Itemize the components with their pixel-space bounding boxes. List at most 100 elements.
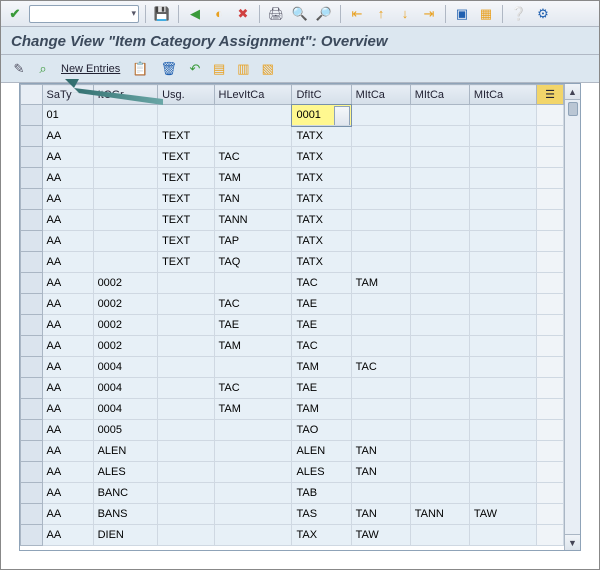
cell-itcgr[interactable]: BANS — [93, 504, 158, 525]
cell-itcgr[interactable] — [93, 168, 158, 189]
undo-icon[interactable]: ↶ — [185, 59, 205, 79]
cell-saty[interactable]: AA — [42, 525, 93, 546]
cell-m3[interactable] — [469, 357, 536, 378]
row-selector[interactable] — [21, 105, 43, 126]
cell-hlev[interactable]: TAM — [214, 399, 292, 420]
cell-hlev[interactable] — [214, 126, 292, 147]
help-icon[interactable]: ❔ — [509, 4, 529, 24]
cell-dfitc[interactable]: TAE — [292, 378, 351, 399]
row-selector[interactable] — [21, 231, 43, 252]
ok-icon[interactable]: ✔ — [5, 4, 25, 24]
cell-saty[interactable]: AA — [42, 168, 93, 189]
cell-usg[interactable] — [158, 483, 214, 504]
cell-itcgr[interactable]: 0002 — [93, 294, 158, 315]
cell-m3[interactable] — [469, 273, 536, 294]
cell-itcgr[interactable] — [93, 252, 158, 273]
cell-usg[interactable] — [158, 420, 214, 441]
cell-hlev[interactable]: TAM — [214, 336, 292, 357]
cell-hlev[interactable] — [214, 420, 292, 441]
cell-saty[interactable]: AA — [42, 252, 93, 273]
cell-m3[interactable] — [469, 336, 536, 357]
cell-saty[interactable]: AA — [42, 378, 93, 399]
column-header[interactable]: Usg. — [158, 85, 214, 105]
cell-saty[interactable]: AA — [42, 189, 93, 210]
cell-dfitc[interactable]: TAE — [292, 315, 351, 336]
cell-saty[interactable]: 01 — [42, 105, 93, 126]
cell-dfitc[interactable]: TATX — [292, 147, 351, 168]
cell-dfitc[interactable]: TATX — [292, 189, 351, 210]
settings-icon[interactable]: ⚙ — [533, 4, 553, 24]
cell-hlev[interactable]: TAC — [214, 378, 292, 399]
command-field[interactable]: ▾ — [29, 5, 139, 23]
cell-dfitc[interactable]: TAO — [292, 420, 351, 441]
scroll-down-arrow-icon[interactable]: ▼ — [565, 534, 580, 550]
cell-m1[interactable] — [351, 105, 410, 126]
cell-m2[interactable] — [410, 231, 469, 252]
row-selector[interactable] — [21, 357, 43, 378]
cell-hlev[interactable] — [214, 462, 292, 483]
cell-m1[interactable] — [351, 210, 410, 231]
config-column-icon[interactable]: ☰ — [537, 85, 564, 105]
cell-m1[interactable] — [351, 336, 410, 357]
cell-dfitc[interactable]: TATX — [292, 126, 351, 147]
cell-dfitc[interactable]: TATX — [292, 231, 351, 252]
cell-itcgr[interactable]: 0002 — [93, 336, 158, 357]
cell-m2[interactable] — [410, 525, 469, 546]
cell-usg[interactable]: TEXT — [158, 189, 214, 210]
cell-itcgr[interactable]: 0004 — [93, 357, 158, 378]
cell-saty[interactable]: AA — [42, 462, 93, 483]
cell-m3[interactable] — [469, 252, 536, 273]
column-header[interactable]: MItCa — [410, 85, 469, 105]
cell-usg[interactable]: TEXT — [158, 147, 214, 168]
cell-saty[interactable]: AA — [42, 231, 93, 252]
cell-m3[interactable] — [469, 483, 536, 504]
back-icon[interactable]: ◀ — [185, 4, 205, 24]
cell-usg[interactable] — [158, 462, 214, 483]
cell-saty[interactable]: AA — [42, 420, 93, 441]
cell-m1[interactable] — [351, 126, 410, 147]
vertical-scrollbar[interactable]: ▲ ▼ — [564, 84, 580, 550]
row-selector[interactable] — [21, 294, 43, 315]
cell-itcgr[interactable]: 0004 — [93, 399, 158, 420]
cell-usg[interactable] — [158, 357, 214, 378]
row-selector[interactable] — [21, 525, 43, 546]
cell-itcgr[interactable] — [93, 105, 158, 126]
cell-dfitc[interactable]: ALES — [292, 462, 351, 483]
column-header[interactable]: DfItC — [292, 85, 351, 105]
cell-saty[interactable]: AA — [42, 273, 93, 294]
cell-saty[interactable]: AA — [42, 294, 93, 315]
cell-m2[interactable] — [410, 420, 469, 441]
cell-m3[interactable] — [469, 399, 536, 420]
row-selector[interactable] — [21, 126, 43, 147]
cell-saty[interactable]: AA — [42, 315, 93, 336]
cell-hlev[interactable]: TANN — [214, 210, 292, 231]
cell-m3[interactable] — [469, 168, 536, 189]
cell-usg[interactable] — [158, 315, 214, 336]
cell-itcgr[interactable]: BANC — [93, 483, 158, 504]
cell-m1[interactable] — [351, 168, 410, 189]
cell-dfitc[interactable]: TAB — [292, 483, 351, 504]
cell-itcgr[interactable] — [93, 231, 158, 252]
last-page-icon[interactable]: ⇥ — [419, 4, 439, 24]
cell-dfitc[interactable]: TAE — [292, 294, 351, 315]
column-header[interactable]: MItCa — [469, 85, 536, 105]
new-session-icon[interactable]: ▣ — [452, 4, 472, 24]
row-selector[interactable] — [21, 252, 43, 273]
cell-hlev[interactable]: TAE — [214, 315, 292, 336]
row-selector-header[interactable] — [21, 85, 43, 105]
cell-saty[interactable]: AA — [42, 504, 93, 525]
cell-usg[interactable]: TEXT — [158, 168, 214, 189]
cell-dfitc[interactable]: TATX — [292, 210, 351, 231]
cell-m3[interactable] — [469, 378, 536, 399]
cell-m2[interactable] — [410, 399, 469, 420]
cell-saty[interactable]: AA — [42, 441, 93, 462]
cell-itcgr[interactable] — [93, 147, 158, 168]
first-page-icon[interactable]: ⇤ — [347, 4, 367, 24]
cell-m1[interactable] — [351, 147, 410, 168]
column-header[interactable]: HLevItCa — [214, 85, 292, 105]
cell-usg[interactable]: TEXT — [158, 210, 214, 231]
cell-usg[interactable] — [158, 294, 214, 315]
row-selector[interactable] — [21, 483, 43, 504]
cell-hlev[interactable]: TAC — [214, 147, 292, 168]
cell-m1[interactable] — [351, 420, 410, 441]
